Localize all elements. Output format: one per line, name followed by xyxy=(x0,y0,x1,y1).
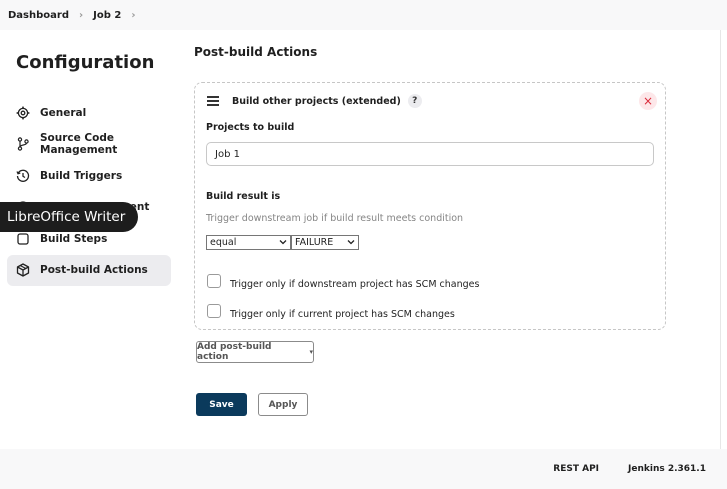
gear-icon xyxy=(16,106,30,120)
section-title: Post-build Actions xyxy=(194,45,318,59)
apply-button[interactable]: Apply xyxy=(258,393,308,416)
add-post-build-action-button[interactable]: Add post-build action ▾ xyxy=(196,341,314,363)
clock-icon xyxy=(16,169,30,183)
jenkins-version-link[interactable]: Jenkins 2.361.1 xyxy=(628,464,706,474)
caret-down-icon: ▾ xyxy=(309,348,313,356)
condition-select-value: equal xyxy=(210,237,237,248)
sidebar-item-build-triggers[interactable]: Build Triggers xyxy=(7,160,171,192)
sidebar-nav: General Source Code Management Build Tri… xyxy=(7,97,171,286)
current-scm-label: Trigger only if current project has SCM … xyxy=(230,309,455,320)
breadcrumb-dashboard[interactable]: Dashboard xyxy=(8,10,69,21)
condition-select[interactable]: equal xyxy=(206,235,291,250)
result-select[interactable]: FAILURE xyxy=(291,235,359,250)
breadcrumb-job[interactable]: Job 2 xyxy=(93,10,121,21)
projects-to-build-input[interactable]: Job 1 xyxy=(206,142,654,166)
current-scm-checkbox[interactable] xyxy=(207,303,221,318)
projects-to-build-label: Projects to build xyxy=(206,122,295,133)
add-post-build-action-label: Add post-build action xyxy=(197,342,272,362)
steps-icon xyxy=(16,232,30,246)
page-title: Configuration xyxy=(16,52,155,73)
breadcrumb: Dashboard › Job 2 › xyxy=(0,0,727,30)
build-result-description: Trigger downstream job if build result m… xyxy=(206,213,464,224)
app-tooltip: LibreOffice Writer xyxy=(0,202,139,232)
help-icon[interactable]: ? xyxy=(407,94,422,108)
package-icon xyxy=(16,263,30,277)
build-other-projects-card: Build other projects (extended) ? × Proj… xyxy=(194,82,666,330)
card-title: Build other projects (extended) xyxy=(232,95,401,107)
sidebar-item-general[interactable]: General xyxy=(7,97,171,129)
chevron-down-icon xyxy=(347,237,355,248)
chevron-right-icon: › xyxy=(79,9,84,21)
close-icon[interactable]: × xyxy=(639,92,657,110)
sidebar-item-label: General xyxy=(40,106,87,119)
sidebar-item-label: Post-build Actions xyxy=(40,264,148,277)
save-button[interactable]: Save xyxy=(196,393,247,416)
drag-handle-icon[interactable] xyxy=(207,96,219,106)
card-header: Build other projects (extended) ? xyxy=(207,94,422,108)
sidebar-item-label: Build Steps xyxy=(40,232,108,245)
chevron-right-icon[interactable]: › xyxy=(131,10,135,21)
projects-to-build-value: Job 1 xyxy=(215,148,240,160)
branch-icon xyxy=(16,137,30,151)
sidebar-item-label: Source Code Management xyxy=(40,132,118,157)
footer: REST API Jenkins 2.361.1 xyxy=(0,449,727,489)
sidebar-item-source-code-management[interactable]: Source Code Management xyxy=(7,129,171,161)
current-scm-checkbox-row[interactable]: Trigger only if current project has SCM … xyxy=(207,301,455,320)
downstream-scm-checkbox-row[interactable]: Trigger only if downstream project has S… xyxy=(207,271,479,290)
build-result-label: Build result is xyxy=(206,191,281,202)
chevron-down-icon xyxy=(279,237,287,248)
downstream-scm-label: Trigger only if downstream project has S… xyxy=(230,279,480,290)
sidebar-item-label: Build Triggers xyxy=(40,169,123,182)
result-select-value: FAILURE xyxy=(295,237,334,248)
sidebar-item-post-build-actions[interactable]: Post-build Actions xyxy=(7,254,171,286)
downstream-scm-checkbox[interactable] xyxy=(207,273,221,288)
scrollbar[interactable] xyxy=(720,30,727,449)
rest-api-link[interactable]: REST API xyxy=(553,464,599,474)
